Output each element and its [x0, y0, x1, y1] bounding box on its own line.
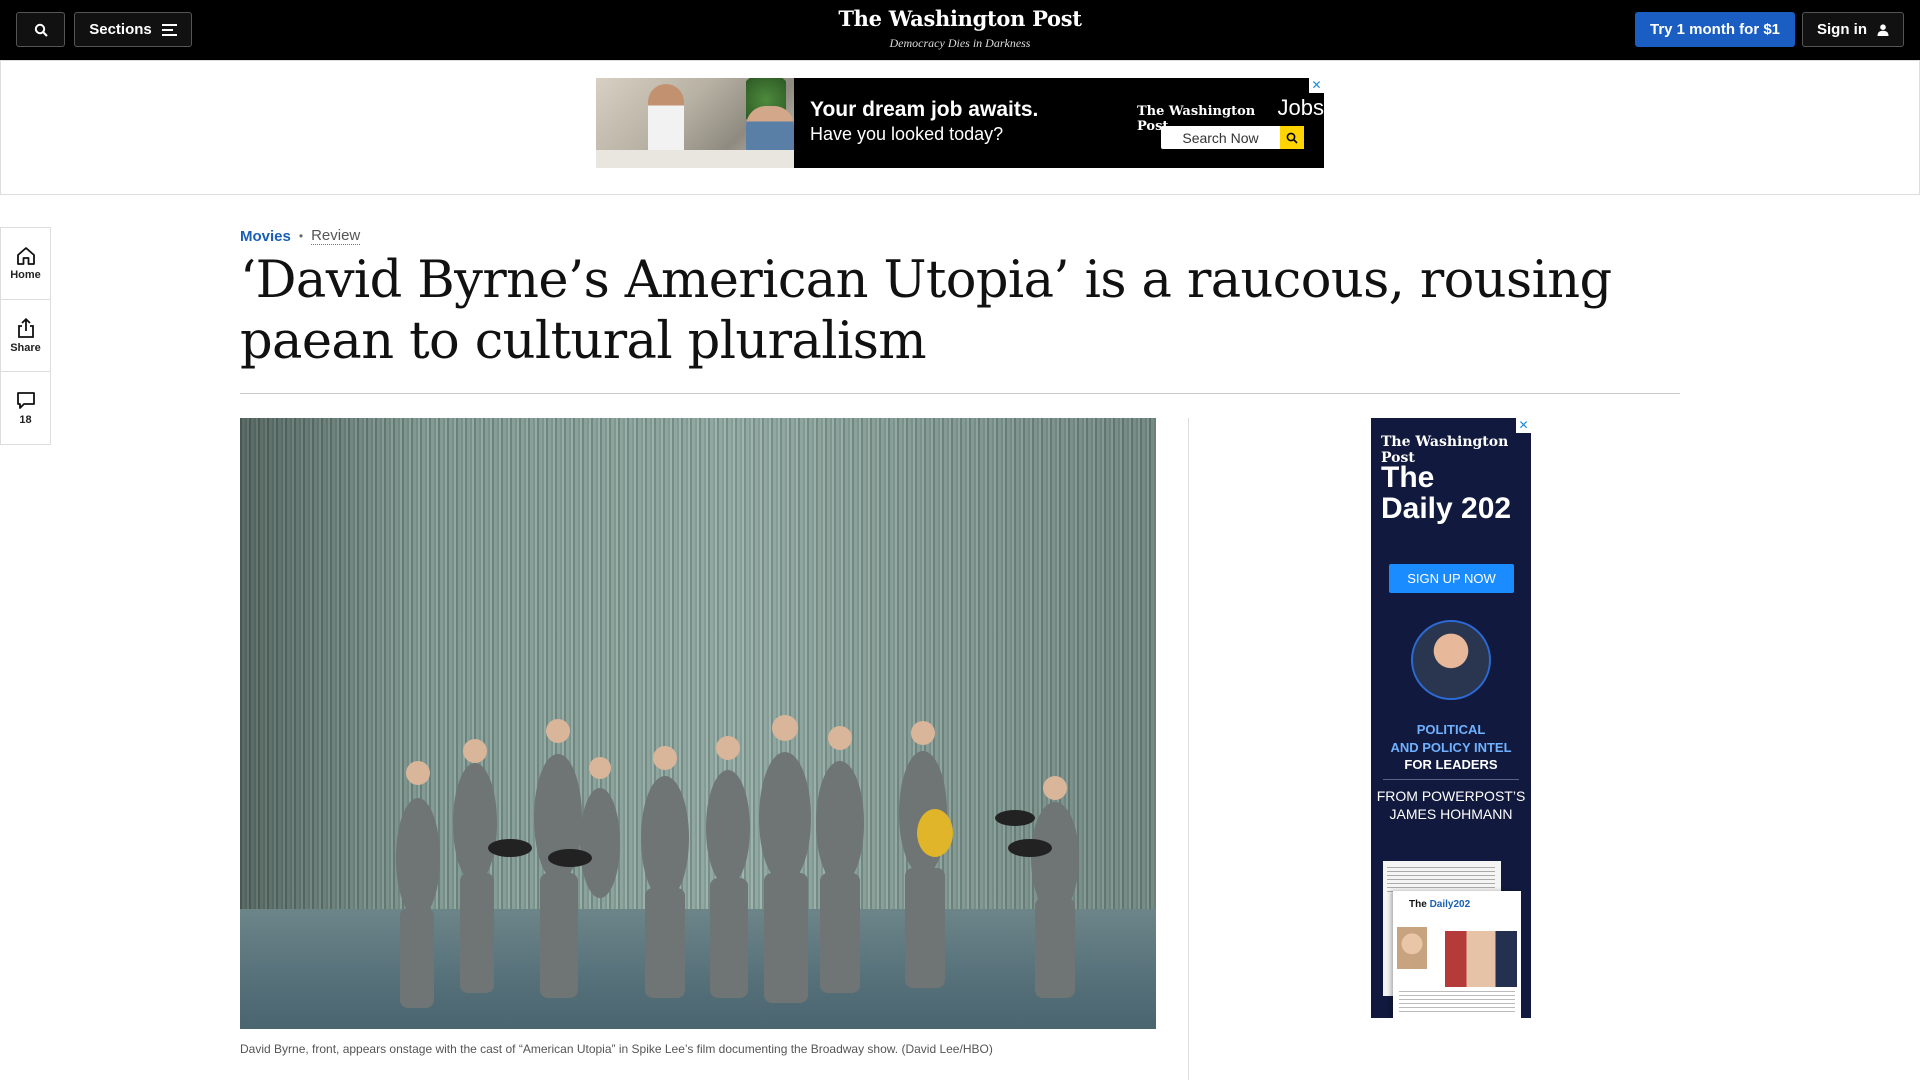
side-ad-tag-line1: POLITICAL: [1416, 722, 1486, 737]
side-ad-signup-button[interactable]: SIGN UP NOW: [1389, 564, 1514, 593]
rail-share-label: Share: [10, 341, 41, 354]
column-divider: [1188, 418, 1189, 1080]
daily-202-ad[interactable]: The Washington Post The Daily 202 SIGN U…: [1371, 418, 1531, 1018]
side-ad-tag-line3: FOR LEADERS: [1404, 757, 1498, 772]
hero-image[interactable]: [240, 418, 1156, 1029]
rail-home-label: Home: [10, 269, 41, 281]
site-tagline: Democracy Dies in Darkness: [889, 36, 1031, 50]
side-ad-portrait: [1411, 620, 1491, 700]
jobs-ad-banner[interactable]: Your dream job awaits. Have you looked t…: [596, 78, 1324, 168]
search-icon: [1286, 132, 1298, 144]
side-ad-tagline-blue: POLITICAL AND POLICY INTEL: [1371, 721, 1531, 757]
image-caption: David Byrne, front, appears onstage with…: [240, 1042, 993, 1056]
rail-comments-button[interactable]: 18: [1, 372, 50, 444]
user-icon: [1877, 23, 1889, 36]
side-ad-tag-line2: AND POLICY INTEL: [1390, 740, 1512, 755]
side-ad-byline: FROM POWERPOST’S JAMES HOHMANN: [1371, 787, 1531, 823]
headline-divider: [240, 393, 1680, 394]
rail-share-button[interactable]: Share: [1, 300, 50, 372]
side-ad-title: The Daily 202: [1381, 462, 1511, 524]
ad-subline: Have you looked today?: [810, 124, 1004, 144]
masthead: The Washington Post Democracy Dies in Da…: [0, 6, 1920, 51]
kicker-separator: •: [298, 229, 304, 243]
share-icon: [17, 317, 34, 338]
home-icon: [16, 247, 35, 265]
stage-cast-illustration: [396, 715, 1079, 1008]
ad-headline: Your dream job awaits.: [810, 98, 1039, 121]
ad-photo: [596, 78, 794, 168]
side-ad-preview-title: The Daily202: [1409, 899, 1471, 910]
comment-icon: [16, 391, 35, 409]
sign-in-button[interactable]: Sign in: [1802, 12, 1904, 47]
ad-brand-jobs: Jobs: [1277, 95, 1324, 120]
rail-home-button[interactable]: Home: [1, 228, 50, 300]
side-ad-close-icon[interactable]: ✕: [1516, 418, 1531, 433]
ad-search-box[interactable]: Search Now: [1161, 126, 1304, 149]
article-kicker: Movies • Review: [240, 227, 361, 245]
side-ad-divider: [1383, 779, 1519, 780]
share-rail: Home Share 18: [0, 227, 51, 445]
review-label[interactable]: Review: [311, 227, 361, 245]
side-ad-from-line2: JAMES HOHMANN: [1389, 806, 1513, 822]
site-header: Sections The Washington Post Democracy D…: [0, 0, 1920, 60]
side-ad-title-line2: Daily 202: [1381, 492, 1512, 525]
subscribe-button[interactable]: Try 1 month for $1: [1635, 12, 1795, 47]
side-ad-title-line1: The: [1381, 461, 1435, 494]
comment-count: 18: [19, 413, 32, 426]
site-logo[interactable]: The Washington Post: [0, 6, 1920, 31]
ad-search-label: Search Now: [1182, 129, 1259, 146]
article-headline: ‘David Byrne’s American Utopia’ is a rau…: [240, 251, 1612, 371]
ad-close-icon[interactable]: ✕: [1309, 78, 1324, 93]
side-ad-from-line1: FROM POWERPOST’S: [1376, 788, 1526, 804]
side-ad-newsletter-preview-front: The Daily202: [1393, 891, 1521, 1018]
ad-search-go-button[interactable]: [1280, 126, 1304, 149]
sign-in-label: Sign in: [1817, 21, 1867, 38]
section-link[interactable]: Movies: [240, 228, 291, 245]
